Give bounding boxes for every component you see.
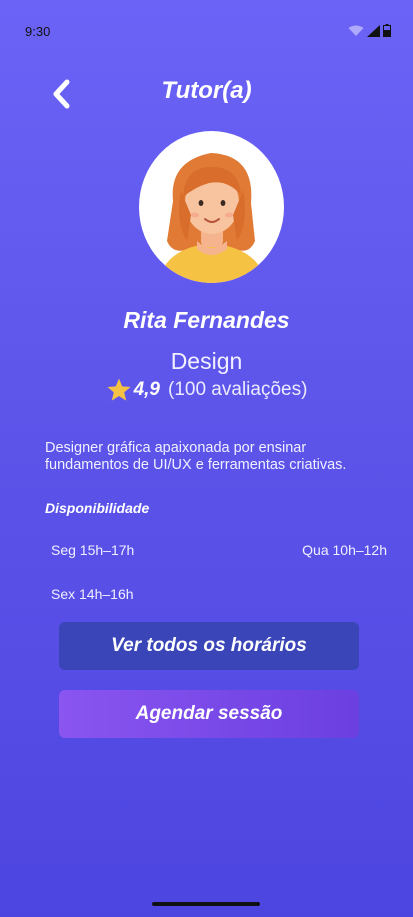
battery-icon	[383, 24, 391, 37]
rating-value: 4,9	[133, 379, 160, 400]
rating-count: (100 avaliações)	[168, 379, 308, 400]
tutor-bio: Designer gráfica apaixonada por ensinar …	[45, 440, 347, 473]
tutor-name: Rita Fernandes	[123, 307, 290, 333]
wifi-icon	[348, 25, 364, 36]
tutor-avatar-illustration	[159, 153, 265, 283]
avatar	[139, 131, 284, 283]
availability-slot: Seg 15h–17h	[51, 542, 135, 558]
star-icon	[106, 378, 131, 401]
book-session-button[interactable]: Agendar sessão	[59, 690, 359, 738]
rating-row: 4,9 (100 avaliações)	[0, 377, 413, 403]
availability-title: Disponibilidade	[45, 500, 150, 516]
status-icons	[348, 24, 391, 37]
home-indicator[interactable]	[152, 902, 260, 906]
page-title: Tutor(a)	[161, 77, 252, 104]
availability-slot: Sex 14h–16h	[51, 586, 134, 602]
availability-slot: Qua 10h–12h	[302, 542, 387, 558]
tutor-profile-screen: 9:30 Tutor(a) Rita Fernandes Design 4,9 …	[0, 0, 413, 917]
status-time: 9:30	[25, 24, 51, 39]
cellular-signal-icon	[367, 24, 380, 37]
view-all-schedules-button[interactable]: Ver todos os horários	[59, 622, 359, 670]
tutor-subject: Design	[170, 348, 243, 374]
